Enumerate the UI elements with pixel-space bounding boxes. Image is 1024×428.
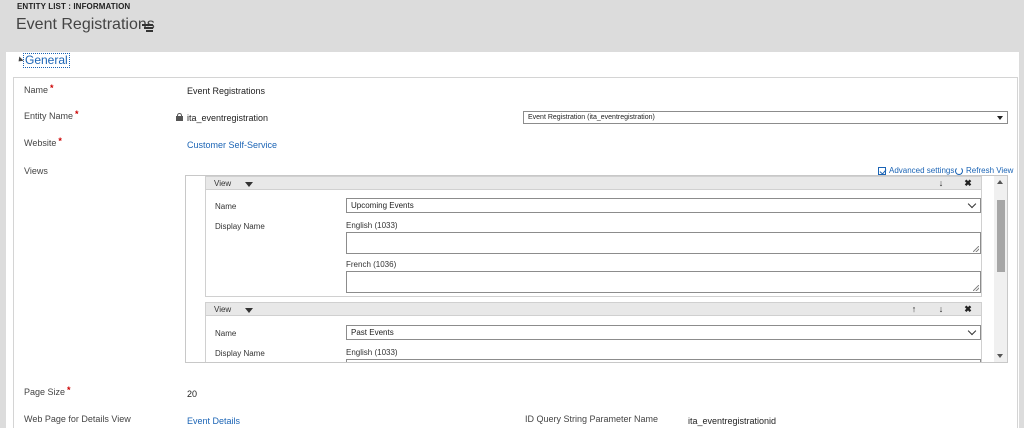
view-name-select[interactable]: Past Events (346, 325, 981, 340)
views-label: Views (24, 166, 48, 176)
view-menu-caret-icon[interactable] (245, 182, 253, 187)
details-page-label: Web Page for Details View (24, 414, 131, 424)
website-link[interactable]: Customer Self-Service (187, 140, 277, 150)
left-gutter (0, 52, 6, 428)
views-scrollbar[interactable] (994, 176, 1007, 362)
scroll-up-icon[interactable] (997, 180, 1003, 184)
id-query-value[interactable]: ita_eventregistrationid (688, 416, 776, 426)
move-up-icon[interactable]: ↑ (909, 304, 919, 314)
display-name-english-input[interactable] (346, 359, 981, 362)
required-indicator: * (50, 83, 54, 93)
website-label: Website * (24, 136, 62, 148)
required-indicator: * (67, 385, 71, 395)
dropdown-arrow-icon (997, 115, 1003, 120)
entity-select[interactable]: Event Registration (ita_eventregistratio… (523, 111, 1008, 124)
view-item: View ↑ ↓ ✖ Name Past Events Display Name… (205, 302, 982, 362)
name-label: Name * (24, 83, 54, 95)
page-size-value[interactable]: 20 (187, 389, 197, 399)
entity-type-label: ENTITY LIST : INFORMATION (17, 2, 131, 11)
id-query-label: ID Query String Parameter Name (525, 414, 659, 424)
resize-grip-icon[interactable] (973, 285, 979, 291)
refresh-icon (955, 166, 963, 175)
details-page-link[interactable]: Event Details (187, 416, 240, 426)
form-selector-menu-icon[interactable] (142, 24, 153, 32)
view-header-label: View (214, 305, 232, 314)
view-name-select[interactable]: Upcoming Events (346, 198, 981, 213)
required-indicator: * (58, 136, 62, 146)
entity-name-value: ita_eventregistration (187, 113, 269, 123)
display-name-label: Display Name (215, 222, 265, 231)
move-down-icon[interactable]: ↓ (936, 304, 946, 314)
language-label: French (1036) (346, 260, 397, 269)
checkbox-edit-icon (878, 166, 886, 175)
remove-icon[interactable]: ✖ (963, 304, 973, 314)
scroll-down-icon[interactable] (997, 354, 1003, 358)
view-header-label: View (214, 179, 232, 188)
refresh-view-link[interactable]: Refresh View (955, 166, 1013, 175)
advanced-settings-link[interactable]: Advanced settings (878, 166, 954, 175)
required-indicator: * (75, 109, 79, 119)
views-list: View ↓ ✖ Name Upcoming Events Display Na… (185, 175, 1008, 363)
page-size-label: Page Size * (24, 385, 71, 397)
chevron-down-icon (967, 328, 977, 337)
view-header: View ↓ ✖ (206, 177, 981, 190)
lock-icon (176, 113, 183, 121)
view-menu-caret-icon[interactable] (245, 308, 253, 313)
language-label: English (1033) (346, 348, 398, 357)
chevron-down-icon (967, 201, 977, 210)
view-name-label: Name (215, 329, 237, 338)
right-gutter (1019, 52, 1024, 428)
scroll-thumb[interactable] (997, 200, 1005, 272)
page-title: Event Registrations (16, 16, 155, 33)
section-title-general[interactable]: General (23, 53, 70, 68)
page-header: ENTITY LIST : INFORMATION Event Registra… (0, 0, 1024, 52)
name-value[interactable]: Event Registrations (187, 86, 265, 96)
view-item: View ↓ ✖ Name Upcoming Events Display Na… (205, 176, 982, 297)
view-header: View ↑ ↓ ✖ (206, 303, 981, 316)
resize-grip-icon[interactable] (973, 246, 979, 252)
move-down-icon[interactable]: ↓ (936, 178, 946, 188)
display-name-label: Display Name (215, 349, 265, 358)
entity-name-label: Entity Name * (24, 109, 79, 121)
display-name-french-input[interactable] (346, 271, 981, 293)
remove-icon[interactable]: ✖ (963, 178, 973, 188)
display-name-english-input[interactable] (346, 232, 981, 254)
language-label: English (1033) (346, 221, 398, 230)
view-name-label: Name (215, 202, 237, 211)
